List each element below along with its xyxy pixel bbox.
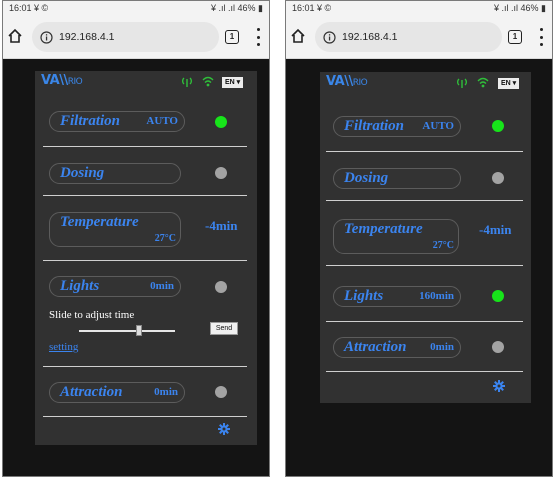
wifi-icon — [477, 77, 489, 88]
attraction-status-led — [215, 386, 227, 398]
antenna-icon — [457, 78, 467, 88]
temperature-button[interactable]: Temperature 27°C — [333, 219, 459, 254]
panel-header: VA\\RIO EN ▾ — [35, 71, 257, 93]
filtration-mode: AUTO — [422, 120, 454, 132]
lights-status-led — [492, 290, 504, 302]
language-select[interactable]: EN ▾ — [498, 78, 520, 89]
tabs-icon[interactable]: 1 — [225, 30, 239, 44]
status-indicators: ¥ .ıl .ıl 46% ▮ — [211, 3, 263, 13]
temperature-reading: 27°C — [154, 233, 176, 244]
phone-screen-right: 16:01 ¥ © ¥ .ıl .ıl 46% ▮ 192.168.4.1 1 … — [285, 0, 553, 477]
divider — [326, 200, 523, 201]
divider — [43, 146, 247, 147]
temperature-timer: -4min — [479, 222, 512, 237]
filtration-mode: AUTO — [146, 115, 178, 127]
menu-icon[interactable] — [539, 28, 543, 46]
gear-icon[interactable] — [493, 380, 505, 392]
home-icon[interactable] — [7, 28, 23, 44]
home-icon[interactable] — [290, 28, 306, 44]
info-icon[interactable] — [40, 30, 53, 44]
brand-logo: VA\\RIO — [326, 74, 368, 89]
divider — [326, 371, 523, 372]
lights-timer: 160min — [419, 290, 454, 302]
divider — [43, 416, 247, 417]
divider — [326, 265, 523, 266]
gear-icon[interactable] — [218, 423, 230, 435]
url-text: 192.168.4.1 — [59, 31, 115, 43]
lights-button[interactable]: Lights 0min — [49, 276, 181, 297]
browser-address-bar: 192.168.4.1 1 — [286, 15, 552, 59]
dosing-label: Dosing — [60, 165, 105, 181]
status-indicators: ¥ .ıl .ıl 46% ▮ — [494, 3, 546, 13]
tabs-icon[interactable]: 1 — [508, 30, 522, 44]
temperature-label: Temperature — [344, 221, 423, 237]
lights-label: Lights — [60, 278, 100, 294]
dosing-status-led — [492, 172, 504, 184]
menu-icon[interactable] — [256, 28, 260, 46]
send-button[interactable]: Send — [210, 322, 238, 335]
divider — [43, 260, 247, 261]
divider — [326, 321, 523, 322]
filtration-label: Filtration — [60, 113, 121, 129]
phone-screen-left: 16:01 ¥ © ¥ .ıl .ıl 46% ▮ 192.168.4.1 1 … — [2, 0, 270, 477]
divider — [43, 366, 247, 367]
dosing-button[interactable]: Dosing — [49, 163, 181, 184]
antenna-icon — [182, 77, 192, 87]
status-time: 16:01 ¥ © — [9, 3, 49, 13]
lights-button[interactable]: Lights 160min — [333, 286, 461, 307]
attraction-label: Attraction — [60, 384, 123, 400]
lights-label: Lights — [344, 288, 384, 304]
temperature-reading: 27°C — [432, 240, 454, 251]
url-field[interactable]: 192.168.4.1 — [32, 22, 219, 52]
language-select[interactable]: EN ▾ — [222, 77, 244, 88]
attraction-button[interactable]: Attraction 0min — [333, 337, 461, 358]
time-slider[interactable] — [79, 330, 175, 332]
status-bar: 16:01 ¥ © ¥ .ıl .ıl 46% ▮ — [3, 1, 269, 15]
filtration-status-led — [215, 116, 227, 128]
filtration-button[interactable]: Filtration AUTO — [49, 111, 185, 132]
browser-address-bar: 192.168.4.1 1 — [3, 15, 269, 59]
panel-header: VA\\RIO EN ▾ — [320, 72, 531, 94]
url-field[interactable]: 192.168.4.1 — [315, 22, 502, 52]
filtration-status-led — [492, 120, 504, 132]
info-icon[interactable] — [323, 30, 336, 44]
dosing-status-led — [215, 167, 227, 179]
dosing-button[interactable]: Dosing — [333, 168, 461, 189]
status-bar: 16:01 ¥ © ¥ .ıl .ıl 46% ▮ — [286, 1, 552, 15]
url-text: 192.168.4.1 — [342, 31, 398, 43]
wifi-icon — [202, 76, 214, 87]
setting-link[interactable]: setting — [49, 341, 78, 353]
temperature-timer: -4min — [205, 218, 238, 233]
attraction-timer: 0min — [154, 386, 178, 398]
attraction-timer: 0min — [430, 341, 454, 353]
divider — [326, 151, 523, 152]
control-panel: VA\\RIO EN ▾ Filtration AUTO Dosing Temp… — [35, 71, 257, 445]
filtration-label: Filtration — [344, 118, 405, 134]
brand-logo: VA\\RIO — [41, 73, 83, 88]
attraction-label: Attraction — [344, 339, 407, 355]
slider-label: Slide to adjust time — [49, 309, 135, 321]
attraction-status-led — [492, 341, 504, 353]
filtration-button[interactable]: Filtration AUTO — [333, 116, 461, 137]
status-time: 16:01 ¥ © — [292, 3, 332, 13]
lights-status-led — [215, 281, 227, 293]
dosing-label: Dosing — [344, 170, 389, 186]
lights-timer: 0min — [150, 280, 174, 292]
temperature-button[interactable]: Temperature 27°C — [49, 212, 181, 247]
control-panel: VA\\RIO EN ▾ Filtration AUTO Dosing Temp… — [320, 72, 531, 403]
attraction-button[interactable]: Attraction 0min — [49, 382, 185, 403]
slider-thumb[interactable] — [135, 325, 142, 336]
temperature-label: Temperature — [60, 214, 139, 230]
divider — [43, 195, 247, 196]
